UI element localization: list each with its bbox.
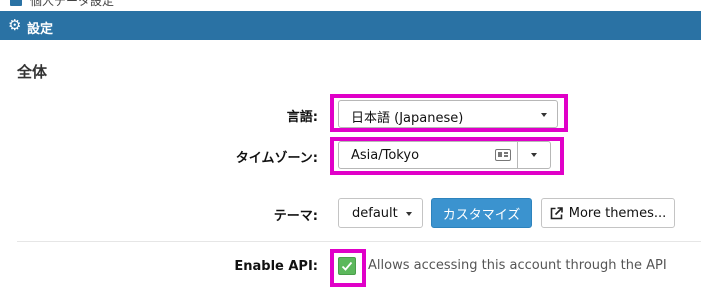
timezone-label: タイムゾーン: bbox=[235, 151, 318, 166]
checkmark-icon bbox=[341, 261, 353, 271]
theme-select[interactable]: default bbox=[338, 198, 423, 228]
settings-header: ⚙ 設定 bbox=[0, 11, 701, 40]
language-select[interactable]: 日本語 (Japanese) bbox=[338, 100, 558, 128]
user-icon bbox=[10, 0, 22, 6]
enable-api-label: Enable API: bbox=[234, 259, 318, 274]
enable-api-checkbox[interactable] bbox=[338, 257, 356, 275]
page-top-strip: 個人データ設定 bbox=[0, 0, 701, 11]
theme-label: テーマ: bbox=[273, 209, 318, 224]
settings-title: 設定 bbox=[27, 22, 54, 37]
customize-button[interactable]: カスタマイズ bbox=[431, 198, 532, 228]
customize-label: カスタマイズ bbox=[442, 207, 521, 223]
timezone-select[interactable]: Asia/Tokyo bbox=[338, 141, 518, 169]
more-themes-button[interactable]: More themes... bbox=[541, 198, 675, 228]
gear-icon: ⚙ bbox=[8, 16, 22, 34]
more-themes-label: More themes... bbox=[568, 205, 667, 221]
timezone-value: Asia/Tokyo bbox=[351, 148, 420, 163]
timezone-dropdown-toggle[interactable] bbox=[517, 141, 551, 169]
address-card-icon[interactable] bbox=[495, 149, 511, 161]
language-label: 言語: bbox=[286, 110, 318, 125]
language-value: 日本語 (Japanese) bbox=[351, 111, 464, 126]
enable-api-description: Allows accessing this account through th… bbox=[368, 258, 667, 273]
chevron-down-icon bbox=[541, 113, 547, 117]
page-heading: 個人データ設定 bbox=[30, 0, 115, 8]
chevron-down-icon bbox=[531, 153, 537, 157]
chevron-down-icon bbox=[406, 212, 412, 216]
theme-value: default bbox=[352, 205, 398, 221]
section-title: 全体 bbox=[17, 63, 48, 81]
external-link-icon bbox=[550, 206, 563, 219]
divider bbox=[17, 241, 701, 242]
